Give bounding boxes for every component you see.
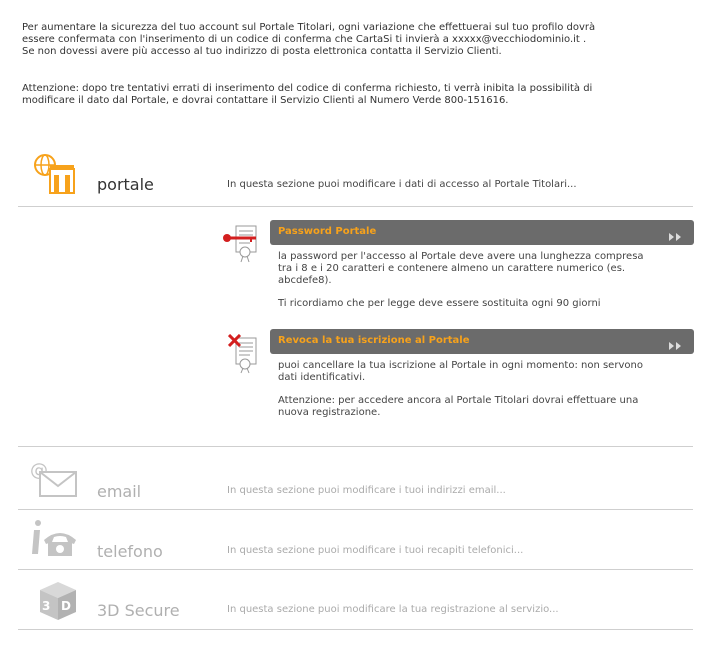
warning-line: modificare il dato dal Portale, e dovrai… <box>22 95 509 106</box>
divider <box>18 446 693 447</box>
section-description: In questa sezione puoi modificare i dati… <box>227 179 577 190</box>
section-description: In questa sezione puoi modificare i tuoi… <box>227 485 506 496</box>
divider <box>18 509 693 510</box>
password-info: la password per l'accesso al Portale dev… <box>278 251 690 310</box>
section-title[interactable]: telefono <box>97 542 163 561</box>
divider <box>18 569 693 570</box>
intro-line: Se non dovessi avere più accesso al tuo … <box>22 46 502 57</box>
section-description: In questa sezione puoi modificare i tuoi… <box>227 545 524 556</box>
section-description: In questa sezione puoi modificare la tua… <box>227 604 559 615</box>
revoca-text: puoi cancellare la tua iscrizione al Por… <box>278 360 643 371</box>
section-3d-secure[interactable]: 3 D 3D Secure In questa sezione puoi mod… <box>18 580 693 640</box>
3d-cube-icon: 3 D <box>36 580 84 628</box>
double-arrow-icon <box>668 227 682 241</box>
revoca-text: nuova registrazione. <box>278 407 381 418</box>
section-title[interactable]: email <box>97 482 141 501</box>
password-text: abcdefe8). <box>278 275 332 286</box>
divider <box>18 629 693 630</box>
warning-line: Attenzione: dopo tre tentativi errati di… <box>22 83 593 94</box>
section-title[interactable]: portale <box>97 175 154 194</box>
divider <box>18 206 693 207</box>
double-arrow-icon <box>668 336 682 350</box>
svg-text:3: 3 <box>42 599 50 613</box>
password-text: Ti ricordiamo che per legge deve essere … <box>278 298 601 309</box>
revoca-text: Attenzione: per accedere ancora al Porta… <box>278 395 639 406</box>
password-portale-button[interactable]: Password Portale <box>270 220 694 245</box>
section-portale[interactable]: portale In questa sezione puoi modificar… <box>18 153 693 213</box>
x-document-icon <box>227 333 264 374</box>
key-document-icon <box>222 224 258 264</box>
revoca-text: dati identificativi. <box>278 372 366 383</box>
revoca-info: puoi cancellare la tua iscrizione al Por… <box>278 360 690 419</box>
email-envelope-icon: @ <box>30 458 78 506</box>
section-title[interactable]: 3D Secure <box>97 601 180 620</box>
intro-line: Per aumentare la sicurezza del tuo accou… <box>22 22 596 33</box>
svg-text:D: D <box>61 599 71 613</box>
revoca-iscrizione-button[interactable]: Revoca la tua iscrizione al Portale <box>270 329 694 354</box>
building-globe-icon <box>32 153 80 201</box>
intro-line: essere confermata con l'inserimento di u… <box>22 34 587 45</box>
warning-text: Attenzione: dopo tre tentativi errati di… <box>22 83 692 107</box>
intro-text: Per aumentare la sicurezza del tuo accou… <box>22 22 692 58</box>
telephone-info-icon <box>30 518 78 566</box>
password-text: tra i 8 e i 20 caratteri e contenere alm… <box>278 263 626 274</box>
revoca-iscrizione-label: Revoca la tua iscrizione al Portale <box>278 335 470 346</box>
password-portale-label: Password Portale <box>278 226 377 237</box>
password-text: la password per l'accesso al Portale dev… <box>278 251 644 262</box>
